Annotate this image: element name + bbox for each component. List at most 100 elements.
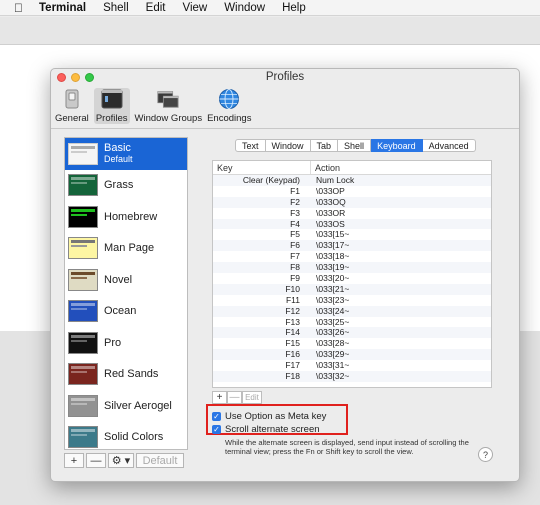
row-key: F8 (290, 262, 300, 273)
remove-profile-button[interactable]: — (86, 453, 106, 468)
tab-window[interactable]: Window (265, 139, 311, 152)
column-header-key[interactable]: Key (213, 161, 311, 174)
profile-thumbnail (68, 268, 98, 291)
table-row[interactable]: F10 \033[21~ (213, 283, 491, 295)
row-action: \033[15~ (316, 229, 350, 240)
tab-keyboard[interactable]: Keyboard (371, 139, 423, 152)
row-action: \033[23~ (316, 294, 350, 305)
toolbar-window-groups[interactable]: Window Groups (135, 88, 202, 124)
table-row[interactable]: F14 \033[26~ (213, 327, 491, 339)
tab-advanced[interactable]: Advanced (422, 139, 476, 152)
tab-shell[interactable]: Shell (338, 139, 372, 152)
row-action: \033[31~ (316, 360, 350, 371)
table-row[interactable]: Clear (Keypad) Num Lock (213, 175, 491, 186)
profiles-window: Profiles General Profiles Window Groups … (50, 68, 520, 482)
remove-key-mapping-button[interactable]: — (227, 391, 242, 404)
table-row[interactable]: F15 \033[28~ (213, 338, 491, 349)
profile-thumbnail (68, 426, 98, 449)
profile-item-silver-aerogel[interactable]: Silver Aerogel (65, 390, 187, 422)
row-key: F1 (290, 185, 300, 196)
profile-item-ocean[interactable]: Ocean (65, 296, 187, 328)
table-row[interactable]: F11 \033[23~ (213, 295, 491, 306)
row-key: F10 (285, 283, 300, 294)
table-row[interactable]: F2 \033OQ (213, 196, 491, 208)
menu-terminal[interactable]: Terminal (39, 2, 86, 14)
table-row[interactable]: F8 \033[19~ (213, 262, 491, 274)
profile-thumbnail (68, 237, 98, 260)
add-key-mapping-button[interactable]: + (212, 391, 227, 404)
profile-name: Homebrew (104, 210, 158, 223)
row-action: \033[29~ (316, 349, 350, 360)
profile-item-man-page[interactable]: Man Page (65, 233, 187, 265)
tab-text[interactable]: Text (235, 139, 266, 152)
default-profile-button[interactable]: Default (136, 453, 184, 468)
profile-name: Novel (104, 273, 133, 286)
row-action: \033[17~ (316, 240, 350, 251)
menu-edit[interactable]: Edit (146, 2, 166, 14)
table-row[interactable]: F5 \033[15~ (213, 229, 491, 240)
profile-item-grass[interactable]: Grass (65, 170, 187, 202)
row-key: Clear (Keypad) (242, 175, 300, 185)
switch-icon (61, 88, 83, 110)
scroll-alternate-screen-checkbox[interactable]: ✓ Scroll alternate screen (212, 424, 320, 435)
profile-thumbnail (68, 363, 98, 386)
table-row[interactable]: F18 \033[32~ (213, 371, 491, 382)
column-header-action[interactable]: Action (311, 161, 340, 174)
menu-view[interactable]: View (182, 2, 207, 14)
row-key: F12 (285, 305, 300, 316)
table-row[interactable]: F1 \033OP (213, 186, 491, 197)
profile-item-red-sands[interactable]: Red Sands (65, 359, 187, 391)
profile-thumbnail (68, 331, 98, 354)
menu-help[interactable]: Help (282, 2, 306, 14)
table-row[interactable]: F16 \033[29~ (213, 349, 491, 361)
tab-tab[interactable]: Tab (310, 139, 339, 152)
option-as-meta-checkbox[interactable]: ✓ Use Option as Meta key (212, 411, 326, 422)
table-row[interactable]: F3 \033OR (213, 208, 491, 219)
toolbar-encodings[interactable]: Encodings (207, 88, 251, 124)
key-mapping-table[interactable]: Key Action Clear (Keypad) Num Lock F1 \033… (212, 160, 492, 388)
table-body: Clear (Keypad) Num Lock F1 \033OP F2 \033OQ… (213, 175, 491, 382)
menu-bar:  Terminal Shell Edit View Window Help (0, 0, 540, 16)
table-row[interactable]: F17 \033[31~ (213, 360, 491, 371)
profile-item-novel[interactable]: Novel (65, 264, 187, 296)
profile-default-label: Default (104, 154, 133, 165)
row-key: F7 (290, 251, 300, 262)
profile-item-solid-colors[interactable]: Solid Colors (65, 422, 187, 450)
profile-name: Silver Aerogel (104, 399, 172, 412)
table-row[interactable]: F6 \033[17~ (213, 240, 491, 252)
add-profile-button[interactable]: + (64, 453, 84, 468)
row-action: \033OQ (316, 196, 346, 207)
help-button[interactable]: ? (478, 447, 493, 462)
profile-item-basic[interactable]: Basic Default (65, 138, 187, 170)
toolbar-general-label: General (55, 113, 89, 124)
window-title: Profiles (265, 71, 305, 83)
row-key: F13 (285, 316, 300, 327)
edit-key-mapping-button[interactable]: Edit (242, 391, 262, 404)
profile-thumbnail (68, 142, 98, 165)
row-action: \033OS (316, 218, 345, 229)
toolbar-general[interactable]: General (55, 88, 89, 124)
option-as-meta-label: Use Option as Meta key (225, 411, 327, 422)
toolbar-profiles[interactable]: Profiles (93, 88, 130, 124)
background-terminal-tab-bar (0, 17, 540, 45)
table-row[interactable]: F13 \033[25~ (213, 317, 491, 328)
profile-name: Basic (104, 142, 131, 155)
menu-shell[interactable]: Shell (103, 2, 129, 14)
row-key: F2 (290, 196, 300, 207)
profile-name: Ocean (104, 305, 137, 318)
checkmark-icon: ✓ (212, 425, 221, 434)
table-row[interactable]: F7 \033[18~ (213, 251, 491, 262)
row-key: F16 (285, 349, 300, 360)
table-row[interactable]: F4 \033OS (213, 218, 491, 230)
gear-menu-button[interactable]: ⚙ ▾ (108, 453, 134, 468)
table-row[interactable]: F12 \033[24~ (213, 305, 491, 317)
apple-menu-icon[interactable]:  (14, 1, 23, 15)
menu-window[interactable]: Window (224, 2, 265, 14)
globe-icon (218, 88, 240, 110)
toolbar-encodings-label: Encodings (207, 113, 252, 124)
profile-item-homebrew[interactable]: Homebrew (65, 201, 187, 233)
profile-name: Man Page (104, 242, 155, 255)
profile-item-pro[interactable]: Pro (65, 327, 187, 359)
settings-tabs: Text Window Tab Shell Keyboard Advanced (235, 139, 476, 152)
table-row[interactable]: F9 \033[20~ (213, 273, 491, 284)
